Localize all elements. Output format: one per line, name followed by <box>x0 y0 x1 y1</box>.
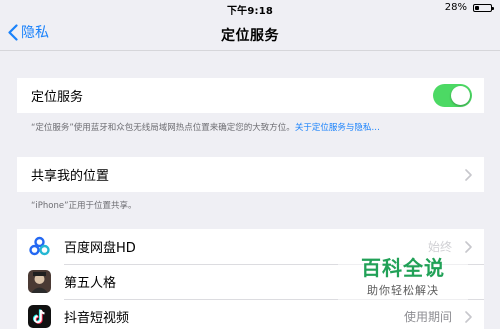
status-bar: 下午9:18 28% <box>0 0 500 17</box>
app-status: 使用期间 <box>403 310 452 324</box>
app-name: 第五人格 <box>64 276 117 291</box>
watermark-title: 百科全说 <box>361 256 445 280</box>
location-services-group: 定位服务 <box>17 78 484 113</box>
location-services-label: 定位服务 <box>31 90 84 105</box>
page-title: 定位服务 <box>221 28 279 44</box>
battery-percent: 28% <box>444 2 467 13</box>
nav-bar: 隐私 定位服务 <box>0 16 500 51</box>
toggle-knob <box>451 86 470 105</box>
battery-icon <box>473 4 494 12</box>
watermark-subtitle: 助你轻松解决 <box>367 284 439 297</box>
app-name: 抖音短视频 <box>64 311 130 326</box>
share-location-group: 共享我的位置 <box>17 157 484 192</box>
chevron-right-icon <box>465 168 472 181</box>
privacy-link[interactable]: 关于定位服务与隐私… <box>295 123 380 133</box>
location-services-row: 定位服务 <box>17 78 484 113</box>
share-location-row[interactable]: 共享我的位置 <box>17 157 484 192</box>
location-services-footnote: “定位服务”使用蓝牙和众包无线局域网热点位置来确定您的大致方位。关于定位服务与隐… <box>31 121 380 133</box>
chevron-right-icon <box>465 310 472 323</box>
baidu-netdisk-icon <box>28 235 51 258</box>
location-services-toggle[interactable] <box>433 84 472 107</box>
status-time: 下午9:18 <box>226 6 274 17</box>
identity-v-icon <box>28 270 51 293</box>
battery-fill <box>475 6 479 10</box>
douyin-icon <box>28 305 51 328</box>
chevron-right-icon <box>465 240 472 253</box>
share-location-footnote: “iPhone”正用于位置共享。 <box>31 201 137 211</box>
app-name: 百度网盘HD <box>64 241 136 256</box>
footnote-text: “定位服务”使用蓝牙和众包无线局域网热点位置来确定您的大致方位。 <box>31 123 295 133</box>
share-location-label: 共享我的位置 <box>31 169 110 184</box>
